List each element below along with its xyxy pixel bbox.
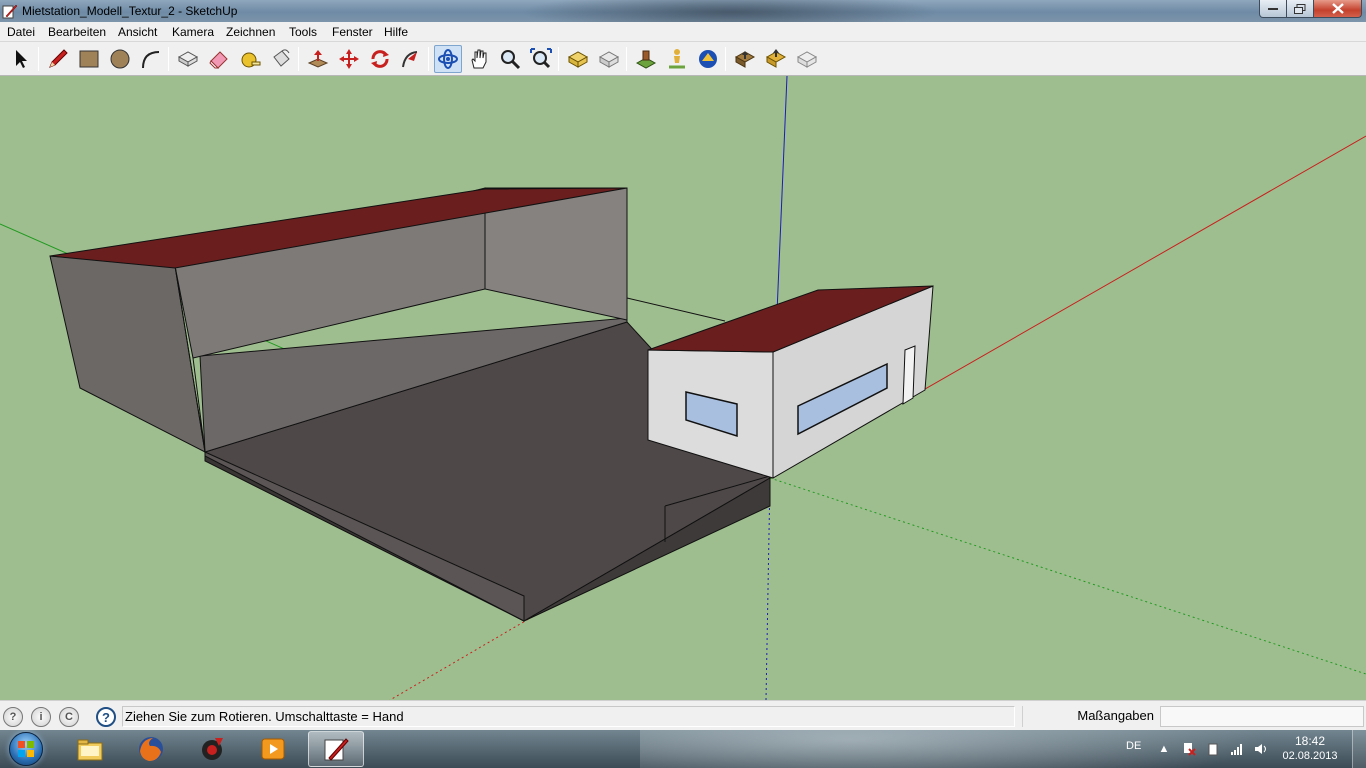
menu-tools[interactable]: Tools <box>289 25 317 39</box>
desktop-wallpaper-glimpse <box>520 0 940 22</box>
user-status-icon[interactable]: C <box>59 707 79 727</box>
close-button[interactable] <box>1313 0 1362 18</box>
menu-bearbeiten[interactable]: Bearbeiten <box>48 25 106 39</box>
preview-in-google-earth-icon[interactable] <box>793 45 821 73</box>
position-camera-icon[interactable] <box>663 45 691 73</box>
windows-taskbar: DE ▲ 18:42 02.08.2013 <box>0 730 1366 768</box>
3d-viewport[interactable] <box>0 76 1366 700</box>
pan-tool-icon[interactable] <box>465 45 493 73</box>
toolbar-separator <box>626 47 627 71</box>
start-button[interactable] <box>2 730 50 768</box>
menu-zeichnen[interactable]: Zeichnen <box>226 25 275 39</box>
minimize-icon <box>1268 7 1278 10</box>
get-photo-texture-icon[interactable] <box>762 45 790 73</box>
minimize-button[interactable] <box>1259 0 1287 18</box>
geolocation-icon[interactable]: ? <box>3 707 23 727</box>
eraser-tool-icon[interactable] <box>205 45 233 73</box>
close-icon <box>1331 3 1344 14</box>
toolbar-separator <box>428 47 429 71</box>
rectangle-tool-icon[interactable] <box>75 45 103 73</box>
credits-icon[interactable]: i <box>31 707 51 727</box>
push-pull-icon[interactable] <box>304 45 332 73</box>
tape-measure-icon[interactable] <box>236 45 264 73</box>
share-model-icon[interactable] <box>595 45 623 73</box>
model-scene <box>0 76 1366 700</box>
menu-datei[interactable]: Datei <box>7 25 35 39</box>
arc-tool-icon[interactable] <box>137 45 165 73</box>
look-around-icon[interactable] <box>694 45 722 73</box>
menu-bar: Datei Bearbeiten Ansicht Kamera Zeichnen… <box>0 22 1366 42</box>
sketchup-icon[interactable] <box>308 731 364 767</box>
circle-tool-icon[interactable] <box>106 45 134 73</box>
volume-icon[interactable] <box>1253 741 1269 757</box>
help-icon[interactable]: ? <box>96 707 116 727</box>
main-toolbar <box>0 42 1366 76</box>
menu-hilfe[interactable]: Hilfe <box>384 25 408 39</box>
orbit-tool-icon[interactable] <box>434 45 462 73</box>
media-player-icon[interactable] <box>245 731 301 767</box>
window-title: Mietstation_Modell_Textur_2 - SketchUp <box>22 4 238 18</box>
add-location-icon[interactable] <box>632 45 660 73</box>
sketchup-app-icon[interactable] <box>2 3 18 19</box>
screen-recorder-icon[interactable] <box>184 731 240 767</box>
toolbar-separator <box>725 47 726 71</box>
toolbar-separator <box>168 47 169 71</box>
show-hidden-icons-icon[interactable]: ▲ <box>1156 741 1172 757</box>
building-door <box>902 345 916 405</box>
clock-date[interactable]: 02.08.2013 <box>1282 750 1338 762</box>
paint-bucket-icon[interactable] <box>267 45 295 73</box>
windows-explorer-icon[interactable] <box>62 731 118 767</box>
restore-button[interactable] <box>1286 0 1314 18</box>
firefox-icon[interactable] <box>123 731 179 767</box>
network-signal-icon[interactable] <box>1229 741 1245 757</box>
outline-edge <box>626 297 726 322</box>
get-models-icon[interactable] <box>564 45 592 73</box>
windows-logo-icon <box>9 732 43 766</box>
restore-icon <box>1294 3 1306 14</box>
zoom-extents-icon[interactable] <box>527 45 555 73</box>
toolbar-separator <box>38 47 39 71</box>
show-desktop-button[interactable] <box>1352 730 1366 768</box>
select-tool-icon[interactable] <box>6 45 34 73</box>
clock-time[interactable]: 18:42 <box>1282 734 1338 748</box>
menu-fenster[interactable]: Fenster <box>332 25 373 39</box>
move-tool-icon[interactable] <box>335 45 363 73</box>
measurements-input[interactable] <box>1160 706 1364 727</box>
status-bar: ? i C ? Ziehen Sie zum Rotieren. Umschal… <box>0 700 1366 730</box>
toolbar-separator <box>298 47 299 71</box>
menu-kamera[interactable]: Kamera <box>172 25 214 39</box>
pencil-line-tool-icon[interactable] <box>44 45 72 73</box>
menu-ansicht[interactable]: Ansicht <box>118 25 157 39</box>
follow-me-icon[interactable] <box>397 45 425 73</box>
blue-axis-dotted <box>765 477 771 700</box>
green-axis-dotted <box>769 477 1366 675</box>
input-language[interactable]: DE <box>1126 740 1141 752</box>
device-icon[interactable] <box>1205 741 1221 757</box>
rotate-tool-icon[interactable] <box>366 45 394 73</box>
status-hint-text: Ziehen Sie zum Rotieren. Umschalttaste =… <box>122 706 1015 727</box>
action-center-icon[interactable] <box>1181 741 1197 757</box>
walk-icon[interactable] <box>731 45 759 73</box>
toolbar-separator <box>558 47 559 71</box>
measurements-label: Maßangaben <box>1022 706 1158 727</box>
zoom-tool-icon[interactable] <box>496 45 524 73</box>
make-component-icon[interactable] <box>174 45 202 73</box>
title-bar: Mietstation_Modell_Textur_2 - SketchUp <box>0 0 1366 22</box>
